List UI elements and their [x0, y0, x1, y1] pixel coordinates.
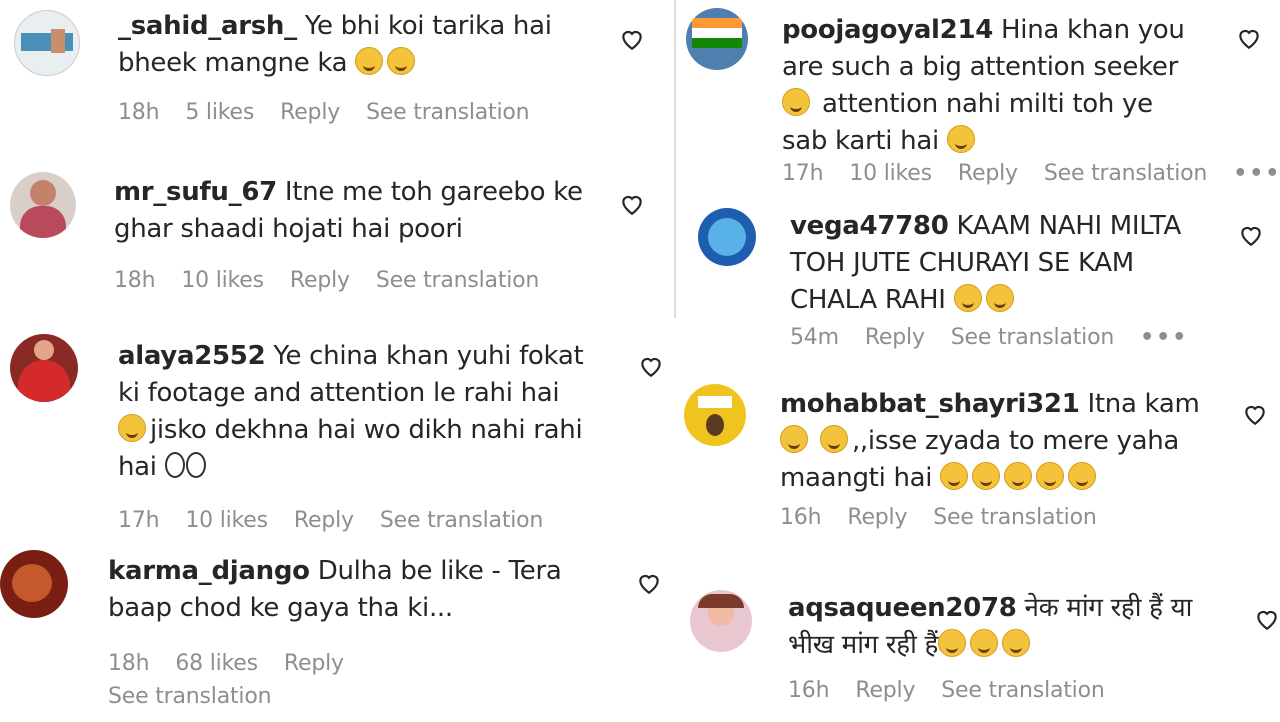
- more-options-icon[interactable]: •••: [1233, 161, 1280, 186]
- username-link[interactable]: karma_django: [108, 556, 310, 586]
- reply-button[interactable]: Reply: [847, 505, 907, 530]
- timestamp: 16h: [788, 678, 830, 703]
- rofl-emoji: [940, 462, 969, 490]
- timestamp: 54m: [790, 325, 839, 350]
- reply-button[interactable]: Reply: [280, 100, 340, 125]
- grinning-face-emoji: [969, 629, 998, 657]
- avatar[interactable]: [10, 334, 78, 402]
- sad-face-emoji: [780, 425, 808, 453]
- grinning-face-emoji: [985, 284, 1014, 312]
- reply-button[interactable]: Reply: [958, 161, 1018, 186]
- rofl-emoji: [972, 462, 1001, 490]
- likes-count[interactable]: 68 likes: [175, 651, 258, 676]
- timestamp: 18h: [118, 100, 160, 125]
- timestamp: 18h: [108, 651, 150, 676]
- username-link[interactable]: mr_sufu_67: [114, 177, 277, 207]
- grinning-face-emoji: [1001, 629, 1030, 657]
- comment-meta: 54m Reply See translation •••: [790, 325, 1214, 350]
- see-translation-link[interactable]: See translation: [380, 508, 544, 533]
- avatar[interactable]: [14, 10, 80, 76]
- reply-button[interactable]: Reply: [865, 325, 925, 350]
- likes-count[interactable]: 10 likes: [185, 508, 268, 533]
- comment-meta: 18h 68 likes Reply: [108, 651, 370, 676]
- like-heart-icon[interactable]: [1254, 606, 1280, 632]
- grinning-face-emoji: [953, 284, 982, 312]
- avatar[interactable]: [686, 8, 748, 70]
- reply-button[interactable]: Reply: [290, 268, 350, 293]
- username-link[interactable]: poojagoyal214: [782, 15, 993, 45]
- like-heart-icon[interactable]: [1238, 222, 1264, 248]
- see-translation-link[interactable]: See translation: [941, 678, 1105, 703]
- unamused-face-emoji: [355, 47, 384, 75]
- reply-button[interactable]: Reply: [294, 508, 354, 533]
- see-translation-link[interactable]: See translation: [933, 505, 1097, 530]
- timestamp: 17h: [782, 161, 824, 186]
- username-link[interactable]: alaya2552: [118, 341, 266, 371]
- like-heart-icon[interactable]: [636, 570, 662, 596]
- comment-body: karma_django Dulha be like - Tera baap ch…: [108, 553, 588, 627]
- rofl-emoji: [1068, 462, 1097, 490]
- comment-body: mohabbat_shayri321 Itna kam ,,isse zyada …: [780, 386, 1220, 497]
- comment-body: _sahid_arsh_ Ye bhi koi tarika hai bheek …: [118, 8, 578, 82]
- comment-meta: 18h 10 likes Reply See translation: [114, 268, 565, 293]
- rofl-emoji: [1004, 462, 1033, 490]
- avatar[interactable]: [10, 172, 76, 238]
- see-translation-link[interactable]: See translation: [1044, 161, 1208, 186]
- username-link[interactable]: aqsaqueen2078: [788, 593, 1017, 623]
- comment-meta: 16h Reply See translation: [788, 678, 1131, 703]
- eyes-emoji: [164, 452, 207, 482]
- rofl-emoji: [118, 414, 146, 442]
- see-translation-link[interactable]: See translation: [951, 325, 1115, 350]
- timestamp: 17h: [118, 508, 160, 533]
- see-translation-link[interactable]: See translation: [366, 100, 530, 125]
- more-options-icon[interactable]: •••: [1140, 325, 1188, 350]
- comment-meta: 16h Reply See translation: [780, 505, 1123, 530]
- comment-meta: 18h 5 likes Reply See translation: [118, 100, 555, 125]
- avatar[interactable]: [690, 590, 752, 652]
- like-heart-icon[interactable]: [638, 353, 664, 379]
- timestamp: 16h: [780, 505, 822, 530]
- like-heart-icon[interactable]: [619, 191, 645, 217]
- like-heart-icon[interactable]: [1242, 401, 1268, 427]
- like-heart-icon[interactable]: [1236, 25, 1262, 51]
- grinning-face-emoji: [946, 125, 975, 153]
- comment-body: alaya2552 Ye china khan yuhi fokat ki foo…: [118, 338, 598, 486]
- comment-body: vega47780 KAAM NAHI MILTA TOH JUTE CHURAY…: [790, 208, 1220, 319]
- grinning-face-emoji: [937, 629, 966, 657]
- reply-button[interactable]: Reply: [855, 678, 915, 703]
- comment-meta: 17h 10 likes Reply See translation: [118, 508, 569, 533]
- see-translation-link[interactable]: See translation: [108, 684, 272, 709]
- timestamp: 18h: [114, 268, 156, 293]
- column-divider: [674, 0, 676, 318]
- rolling-eyes-emoji: [387, 47, 416, 75]
- comment-body: aqsaqueen2078 नेक मांग रही हैं या भीख मां…: [788, 590, 1208, 664]
- rofl-emoji: [1036, 462, 1065, 490]
- username-link[interactable]: mohabbat_shayri321: [780, 389, 1080, 419]
- likes-count[interactable]: 5 likes: [185, 100, 254, 125]
- avatar[interactable]: [698, 208, 756, 266]
- comment-body: poojagoyal214 Hina khan you are such a bi…: [782, 12, 1202, 160]
- username-link[interactable]: _sahid_arsh_: [118, 11, 297, 41]
- username-link[interactable]: vega47780: [790, 211, 949, 241]
- comment-meta: 17h 10 likes Reply See translation •••: [782, 161, 1280, 186]
- avatar[interactable]: [0, 550, 68, 618]
- likes-count[interactable]: 10 likes: [181, 268, 264, 293]
- grinning-face-emoji: [782, 88, 810, 116]
- comment-body: mr_sufu_67 Itne me toh gareebo ke ghar sh…: [114, 174, 584, 248]
- reply-button[interactable]: Reply: [284, 651, 344, 676]
- sad-face-emoji: [819, 425, 848, 453]
- avatar[interactable]: [684, 384, 746, 446]
- like-heart-icon[interactable]: [619, 26, 645, 52]
- see-translation-link[interactable]: See translation: [376, 268, 540, 293]
- likes-count[interactable]: 10 likes: [849, 161, 932, 186]
- comment-text: Itna kam: [1087, 389, 1200, 419]
